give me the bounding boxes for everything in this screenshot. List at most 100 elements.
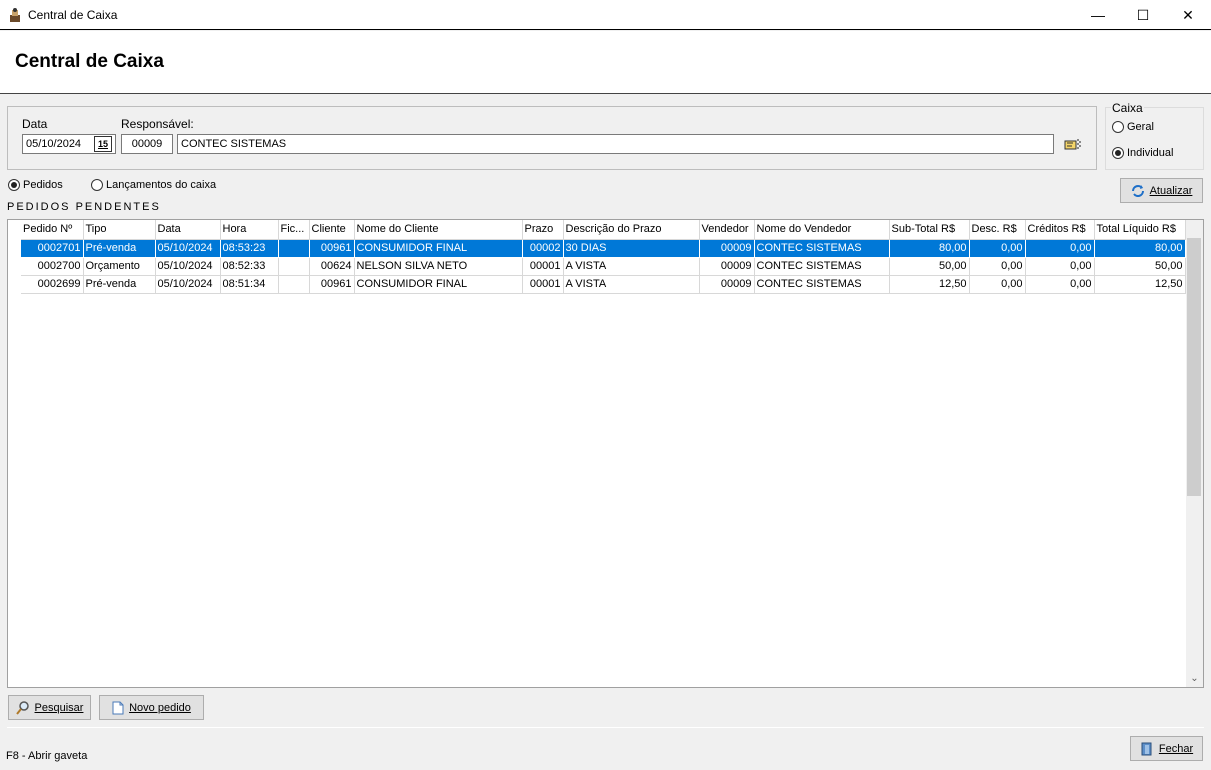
maximize-icon: ☐: [1136, 6, 1150, 23]
table-cell: 12,50: [889, 275, 970, 294]
atualizar-button[interactable]: Atualizar: [1120, 178, 1203, 203]
table-cell: CONTEC SISTEMAS: [754, 275, 890, 294]
column-header[interactable]: Data: [155, 220, 221, 240]
table-cell: 05/10/2024: [155, 257, 221, 276]
minimize-icon: —: [1091, 7, 1105, 23]
table-cell: 0002700: [21, 257, 84, 276]
table-cell: CONSUMIDOR FINAL: [354, 239, 523, 258]
column-header[interactable]: Nome do Vendedor: [754, 220, 890, 240]
table-cell: Pré-venda: [83, 275, 156, 294]
scroll-down-icon[interactable]: ⌄: [1186, 670, 1203, 687]
table-cell: 05/10/2024: [155, 239, 221, 258]
table-cell: [278, 239, 310, 258]
table-row[interactable]: 0002701 Pré-venda 05/10/2024 08:53:23 00961 C…: [21, 239, 1186, 258]
page-header: Central de Caixa: [0, 31, 1211, 94]
atualizar-label: Atualizar: [1149, 184, 1193, 197]
fechar-button[interactable]: Fechar: [1130, 736, 1203, 761]
data-label: Data: [22, 117, 48, 131]
search-icon: [15, 700, 29, 715]
column-header[interactable]: Descrição do Prazo: [563, 220, 700, 240]
divider: [7, 727, 1204, 728]
orders-table: Pedido Nº Tipo Data Hora Fic... Cliente Nome d…: [21, 220, 1186, 294]
table-cell: 80,00: [1094, 239, 1186, 258]
column-header[interactable]: Pedido Nº: [21, 220, 84, 240]
close-button[interactable]: ✕: [1165, 0, 1211, 30]
table-cell: 0,00: [1025, 257, 1095, 276]
view-lancamentos-radio[interactable]: Lançamentos do caixa: [91, 179, 216, 191]
column-header[interactable]: Total Líquido R$: [1094, 220, 1186, 240]
radio-icon: [1112, 121, 1124, 133]
view-pedidos-radio[interactable]: Pedidos: [8, 179, 63, 191]
table-cell: CONSUMIDOR FINAL: [354, 275, 523, 294]
minimize-button[interactable]: —: [1075, 0, 1121, 30]
fechar-label: Fechar: [1158, 742, 1194, 755]
table-row[interactable]: 0002700 Orçamento 05/10/2024 08:52:33 00624 N…: [21, 257, 1186, 276]
column-header[interactable]: Hora: [220, 220, 279, 240]
app-icon: [10, 8, 20, 22]
page-title: Central de Caixa: [15, 51, 164, 72]
orders-grid[interactable]: Pedido Nº Tipo Data Hora Fic... Cliente Nome d…: [7, 219, 1204, 688]
table-cell: 00961: [309, 275, 355, 294]
table-cell: 0,00: [969, 257, 1026, 276]
column-header[interactable]: Nome do Cliente: [354, 220, 523, 240]
column-header[interactable]: Cliente: [309, 220, 355, 240]
table-cell: 05/10/2024: [155, 275, 221, 294]
window-title: Central de Caixa: [28, 8, 118, 22]
table-cell: 0,00: [1025, 275, 1095, 294]
view-lancamentos-label: Lançamentos do caixa: [106, 179, 217, 191]
lookup-icon[interactable]: [1063, 137, 1083, 153]
table-cell: 00961: [309, 239, 355, 258]
table-cell: 0,00: [1025, 239, 1095, 258]
column-header[interactable]: Fic...: [278, 220, 310, 240]
column-header[interactable]: Créditos R$: [1025, 220, 1095, 240]
table-cell: 80,00: [889, 239, 970, 258]
calendar-icon[interactable]: 15: [94, 136, 112, 152]
table-row[interactable]: 0002699 Pré-venda 05/10/2024 08:51:34 00961 C…: [21, 275, 1186, 294]
table-cell: Pré-venda: [83, 239, 156, 258]
caixa-individual-label: Individual: [1127, 147, 1174, 159]
column-header[interactable]: Prazo: [522, 220, 564, 240]
table-cell: CONTEC SISTEMAS: [754, 239, 890, 258]
caixa-label: Caixa: [1111, 101, 1144, 115]
view-pedidos-label: Pedidos: [23, 179, 63, 191]
table-cell: 50,00: [889, 257, 970, 276]
vertical-scrollbar[interactable]: ⌄: [1186, 220, 1203, 687]
pesquisar-button[interactable]: Pesquisar: [8, 695, 91, 720]
section-title: PEDIDOS PENDENTES: [7, 201, 161, 213]
table-cell: 00002: [522, 239, 564, 258]
window-titlebar: Central de Caixa — ☐ ✕: [0, 0, 1211, 30]
table-cell: 00624: [309, 257, 355, 276]
table-cell: 08:51:34: [220, 275, 279, 294]
caixa-individual-radio[interactable]: Individual: [1112, 147, 1173, 159]
table-cell: 00001: [522, 257, 564, 276]
refresh-icon: [1131, 184, 1144, 197]
table-cell: 00009: [699, 275, 755, 294]
table-cell: 12,50: [1094, 275, 1186, 294]
new-document-icon: [112, 701, 124, 714]
responsavel-code-input[interactable]: 00009: [121, 134, 173, 154]
scroll-thumb[interactable]: [1187, 238, 1201, 496]
caixa-geral-label: Geral: [1127, 121, 1154, 133]
table-cell: 0,00: [969, 239, 1026, 258]
close-icon: ✕: [1182, 6, 1194, 23]
radio-checked-icon: [8, 179, 20, 191]
column-header[interactable]: Sub-Total R$: [889, 220, 970, 240]
column-header[interactable]: Vendedor: [699, 220, 755, 240]
radio-checked-icon: [1112, 147, 1124, 159]
column-header[interactable]: Desc. R$: [969, 220, 1026, 240]
table-cell: [278, 275, 310, 294]
table-cell: 50,00: [1094, 257, 1186, 276]
pesquisar-label: Pesquisar: [34, 701, 84, 714]
scroll-up-icon[interactable]: [1186, 220, 1203, 237]
column-header[interactable]: Tipo: [83, 220, 156, 240]
table-cell: 0002699: [21, 275, 84, 294]
caixa-geral-radio[interactable]: Geral: [1112, 121, 1154, 133]
responsavel-name-input[interactable]: CONTEC SISTEMAS: [177, 134, 1054, 154]
table-cell: 00001: [522, 275, 564, 294]
maximize-button[interactable]: ☐: [1120, 0, 1166, 30]
table-cell: Orçamento: [83, 257, 156, 276]
responsavel-label: Responsável:: [121, 117, 194, 131]
status-hint: F8 - Abrir gaveta: [6, 750, 88, 762]
table-cell: NELSON SILVA NETO: [354, 257, 523, 276]
novo-pedido-button[interactable]: Novo pedido: [99, 695, 204, 720]
